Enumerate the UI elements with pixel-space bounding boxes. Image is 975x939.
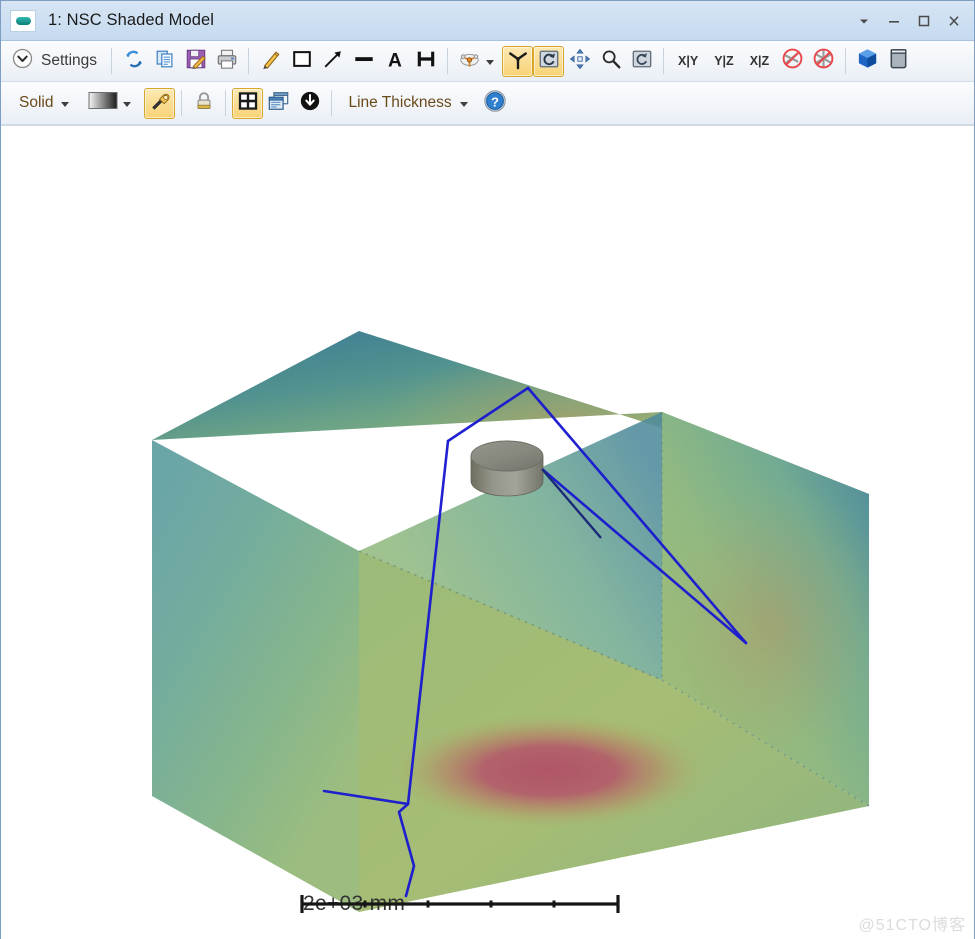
nsc-shaded-model-window: 1: NSC Shaded Model Se [0,0,975,939]
toolbar-separator [111,48,112,74]
close-button[interactable] [940,7,968,35]
minimize-button[interactable] [880,7,908,35]
save-icon [185,48,207,75]
no-sources-icon [812,47,835,75]
line-icon [353,48,375,75]
chevron-down-icon [123,102,131,107]
rotate-continuous-button[interactable] [533,46,564,77]
line-thickness-label: Line Thickness [345,94,454,112]
toolbar-separator [845,48,846,74]
render-mode-label: Solid [16,94,56,112]
grid-icon [237,90,259,117]
axis-yz-icon: Y|Z [710,54,737,68]
render-mode-dropdown[interactable]: Solid [5,88,78,119]
toolbar-separator [181,90,182,116]
toolbar-separator [248,48,249,74]
hide-sources-button[interactable] [808,46,839,77]
line-thickness-dropdown[interactable]: Line Thickness [338,88,475,119]
nsc-3d-scene: X Y Z [1,126,974,938]
window-controls [850,1,968,41]
view-yz-button[interactable]: Y|Z [706,46,741,77]
toolbar-separator [663,48,664,74]
pan-button[interactable] [564,46,595,77]
toolbar-separator [225,90,226,116]
toolbar-row-1: Settings [1,41,974,82]
chevron-down-icon [460,102,468,107]
clipboard-button[interactable] [883,46,914,77]
toolbar-separator [331,90,332,116]
rotate-model-icon [458,48,481,75]
chevron-down-icon [486,60,494,65]
chevron-down-circle-icon [12,48,33,74]
zoom-button[interactable] [595,46,626,77]
window-title: 1: NSC Shaded Model [48,11,214,30]
toolbar-row-2: Solid [1,82,974,125]
app-icon [10,10,36,32]
toolbar-separator [447,48,448,74]
dimension-button[interactable] [410,46,441,77]
draw-line-button[interactable] [348,46,379,77]
gradient-swatch-icon [88,91,118,115]
pan-arrows-icon [569,48,591,75]
lock-scale-button[interactable] [188,88,219,119]
rotate-box-icon [538,48,560,75]
scale-bar-graphic [299,892,621,916]
lighting-button[interactable] [144,88,175,119]
rotate-view-button[interactable] [454,46,502,77]
ray-database-button[interactable] [294,88,325,119]
view-xz-button[interactable]: X|Z [742,46,777,77]
axis-triad-button[interactable] [502,46,533,77]
window-menu-button[interactable] [850,7,878,35]
view-xy-button[interactable]: X|Y [670,46,706,77]
windows-icon [267,90,290,117]
scale-bar: 2e+03 mm [299,892,405,916]
draw-rectangle-button[interactable] [286,46,317,77]
reset-view-button[interactable] [626,46,657,77]
hide-rays-button[interactable] [777,46,808,77]
print-button[interactable] [211,46,242,77]
print-icon [216,48,238,75]
maximize-button[interactable] [910,7,938,35]
flashlight-icon [149,90,171,117]
save-button[interactable] [180,46,211,77]
dimension-icon [415,48,437,75]
arrow-icon [322,48,344,75]
title-bar: 1: NSC Shaded Model [1,1,974,41]
copy-button[interactable] [149,46,180,77]
square-icon [291,48,313,75]
settings-label: Settings [38,52,100,70]
box-left-wall [152,440,359,912]
color-ramp-dropdown[interactable] [84,88,139,119]
3d-cube-button[interactable] [852,46,883,77]
axis-xy-icon: X|Y [674,54,702,68]
axis-xz-icon: X|Z [746,54,773,68]
add-text-button[interactable]: A [379,46,410,77]
axis-tripod-icon [507,48,529,75]
settings-button[interactable]: Settings [5,46,105,77]
clipboard-icon [887,47,910,75]
watermark: @51CTO博客 [858,911,966,935]
refresh-icon [123,48,145,75]
cylinder-detector [471,441,543,496]
model-viewport[interactable]: X Y Z 2e+03 mm @51CTO博客 [1,125,974,939]
magnifier-icon [600,48,622,75]
help-question-icon: ? [483,89,507,118]
svg-text:?: ? [491,94,499,109]
refresh-button[interactable] [118,46,149,77]
blue-cube-icon [856,47,879,75]
no-rays-icon [781,47,804,75]
lock-icon [193,90,215,117]
pencil-icon [260,48,282,75]
copy-icon [154,48,176,75]
reset-view-icon [631,48,653,75]
globe-arrow-icon [299,90,321,117]
chevron-down-icon [61,102,69,107]
annotate-pencil-button[interactable] [255,46,286,77]
window-layout-button[interactable] [263,88,294,119]
draw-arrow-button[interactable] [317,46,348,77]
svg-text:A: A [388,50,402,70]
text-a-icon: A [384,48,406,75]
grid-overlay-button[interactable] [232,88,263,119]
help-button[interactable]: ? [479,88,511,119]
